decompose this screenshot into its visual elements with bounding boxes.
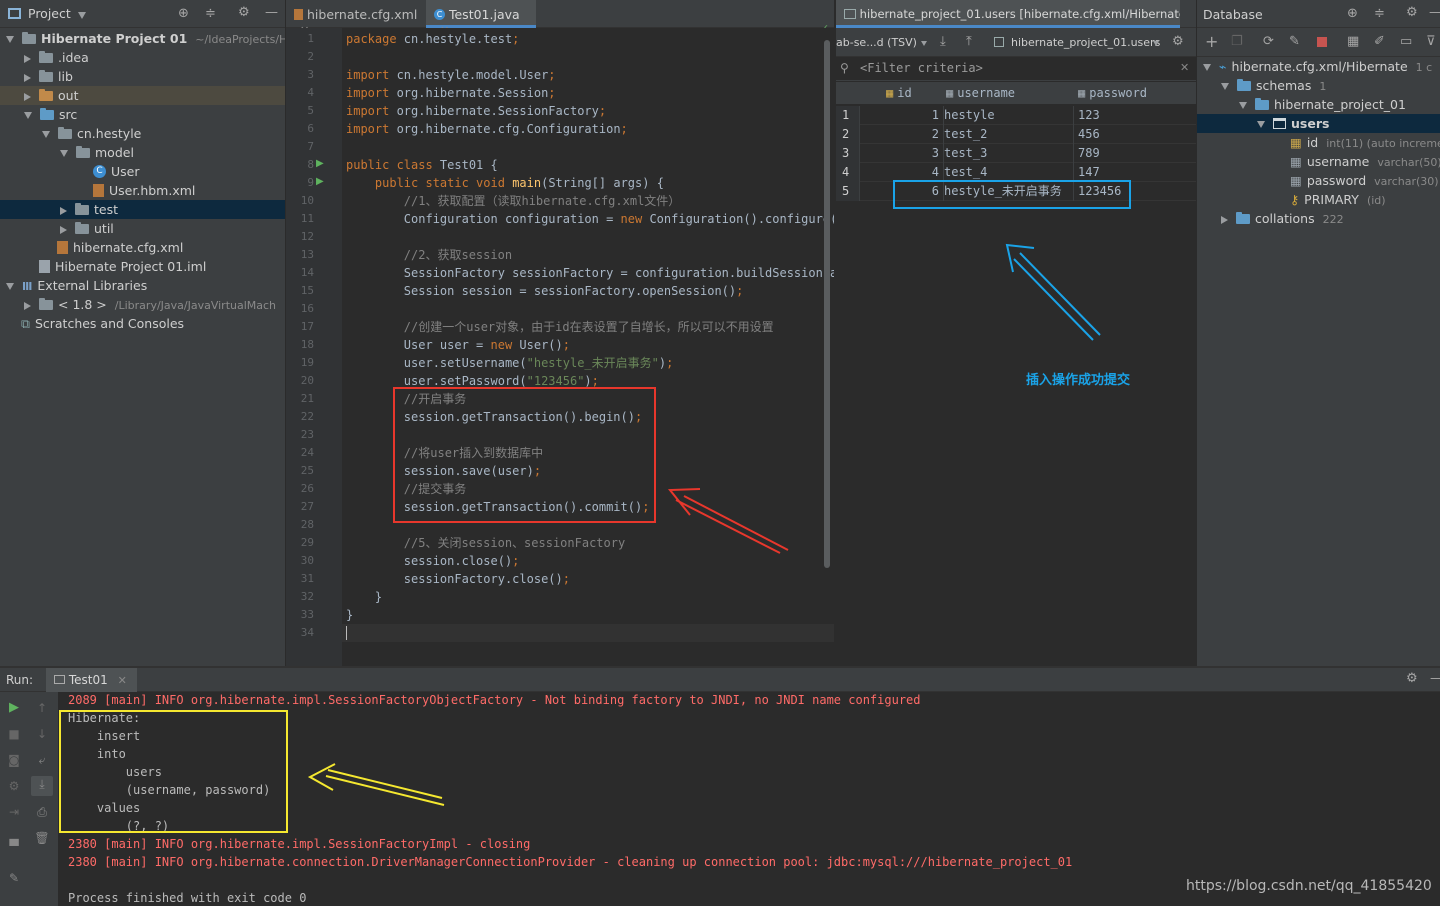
ide-window: Project ⊕ ≑ ⚙ — Hibernate Project 01 ~/Id…: [0, 0, 1440, 906]
red-arrow: [667, 488, 789, 554]
yellow-arrow: [307, 763, 445, 806]
annotation-arrows: [307, 243, 1101, 806]
blue-arrow: [1005, 243, 1101, 341]
